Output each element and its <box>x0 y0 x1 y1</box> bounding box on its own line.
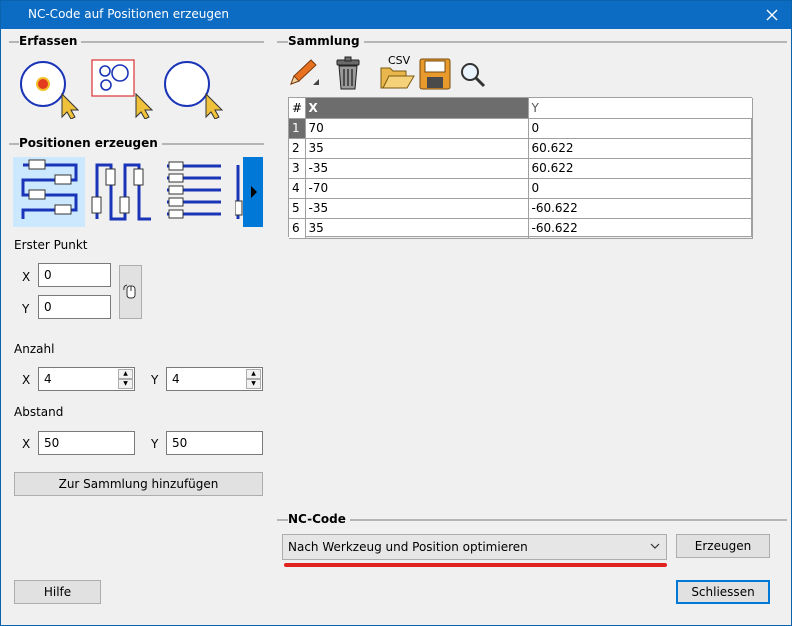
circle-center-pointer-icon <box>20 61 80 120</box>
positions-table: # X Y 1 70 0 2 35 60.622 3 -35 60.622 4 … <box>289 98 753 239</box>
mouse-icon <box>123 284 136 299</box>
cell-x[interactable]: -35 <box>305 198 529 219</box>
cell-x[interactable]: 70 <box>305 118 529 139</box>
positions-grid[interactable]: # X Y 1 70 0 2 35 60.622 3 -35 60.622 4 … <box>288 97 753 239</box>
anzahl-y-value: 4 <box>172 372 180 386</box>
anzahl-x-arrows: ▲ ▼ <box>118 369 133 389</box>
zigzag-vertical-icon <box>91 163 151 221</box>
cell-x[interactable]: 35 <box>305 218 529 239</box>
edit-button[interactable] <box>286 57 322 91</box>
pattern-zigzag-horizontal[interactable] <box>13 157 85 227</box>
erzeugen-button[interactable]: Erzeugen <box>676 534 770 558</box>
table-row[interactable]: 4 -70 0 <box>289 178 753 199</box>
erster-punkt-label: Erster Punkt <box>14 238 88 252</box>
grid-header-row: # X Y <box>289 98 753 119</box>
anzahl-x-label: X <box>22 373 31 387</box>
row-number[interactable]: 3 <box>289 158 306 179</box>
abstand-y-input[interactable] <box>166 431 263 455</box>
abstand-y-label: Y <box>151 437 159 451</box>
save-button[interactable] <box>419 58 451 90</box>
anzahl-x-spinner[interactable]: 4 ▲ ▼ <box>38 367 135 391</box>
cell-y[interactable]: 0 <box>528 178 753 199</box>
erfassen-label: Erfassen <box>19 34 82 48</box>
cell-y[interactable]: -60.622 <box>528 218 753 239</box>
pattern-strip <box>13 157 263 227</box>
zoom-button[interactable] <box>459 61 487 89</box>
cell-y[interactable]: 0 <box>528 118 753 139</box>
magnifier-icon <box>461 63 486 88</box>
capture-circles-in-window-button[interactable] <box>89 57 154 120</box>
chevron-right-icon <box>251 186 257 198</box>
close-button[interactable] <box>757 3 787 27</box>
import-csv-button[interactable]: CSV <box>378 53 416 91</box>
row-number[interactable]: 6 <box>289 218 306 239</box>
pattern-zigzag-vertical[interactable] <box>89 157 161 227</box>
table-row[interactable]: 2 35 60.622 <box>289 138 753 159</box>
capture-circle-center-button[interactable] <box>17 57 80 120</box>
chevron-down-icon <box>650 543 660 549</box>
anzahl-y-spinner[interactable]: 4 ▲ ▼ <box>166 367 263 391</box>
help-button[interactable]: Hilfe <box>14 580 101 604</box>
nccode-label: NC-Code <box>288 512 350 526</box>
close-icon <box>766 9 778 21</box>
pencil-icon <box>290 59 319 85</box>
anzahl-label: Anzahl <box>14 342 55 356</box>
row-number[interactable]: 2 <box>289 138 306 159</box>
table-row[interactable]: 1 70 0 <box>289 118 753 139</box>
lines-horizontal-icon <box>167 161 221 219</box>
anzahl-x-value: 4 <box>44 372 52 386</box>
anzahl-x-down-icon[interactable]: ▼ <box>118 379 133 389</box>
row-number[interactable]: 5 <box>289 198 306 219</box>
nccode-divider <box>277 519 787 521</box>
zigzag-horizontal-icon <box>21 159 78 219</box>
pattern-lines-horizontal[interactable] <box>163 157 235 227</box>
erster-punkt-y-label: Y <box>22 302 30 316</box>
anzahl-y-arrows: ▲ ▼ <box>246 369 261 389</box>
dialog-window: NC-Code auf Positionen erzeugen Erfassen <box>0 0 792 626</box>
window-title: NC-Code auf Positionen erzeugen <box>28 7 229 21</box>
grid-header-y[interactable]: Y <box>528 98 753 119</box>
row-number[interactable]: 1 <box>289 118 306 139</box>
anzahl-y-label: Y <box>151 373 159 387</box>
sammlung-label: Sammlung <box>288 34 364 48</box>
abstand-label: Abstand <box>14 405 64 419</box>
csv-label: CSV <box>388 54 411 67</box>
capture-circle-button[interactable] <box>161 57 227 120</box>
erster-punkt-x-input[interactable] <box>38 263 111 287</box>
optimization-select[interactable]: Nach Werkzeug und Position optimieren <box>282 534 667 560</box>
delete-button[interactable] <box>333 56 365 92</box>
floppy-disk-icon <box>419 58 451 90</box>
circle-pointer-icon <box>164 61 224 120</box>
title-bar[interactable]: NC-Code auf Positionen erzeugen <box>1 1 791 29</box>
anzahl-y-up-icon[interactable]: ▲ <box>246 369 261 379</box>
cell-x[interactable]: -70 <box>305 178 529 199</box>
abstand-x-input[interactable] <box>38 431 135 455</box>
table-row[interactable]: 6 35 -60.622 <box>289 218 753 239</box>
red-underline-annotation <box>284 563 667 567</box>
cell-y[interactable]: -60.622 <box>528 198 753 219</box>
optimization-select-value: Nach Werkzeug und Position optimieren <box>288 540 528 554</box>
grid-header-index[interactable]: # <box>289 98 306 119</box>
erster-punkt-y-input[interactable] <box>38 295 111 319</box>
positionen-label: Positionen erzeugen <box>19 136 162 150</box>
cell-y[interactable]: 60.622 <box>528 158 753 179</box>
close-dialog-button[interactable]: Schliessen <box>676 580 770 604</box>
anzahl-y-down-icon[interactable]: ▼ <box>246 379 261 389</box>
table-row[interactable]: 3 -35 60.622 <box>289 158 753 179</box>
row-number[interactable]: 4 <box>289 178 306 199</box>
grid-header-x[interactable]: X <box>305 98 529 119</box>
anzahl-x-up-icon[interactable]: ▲ <box>118 369 133 379</box>
erster-punkt-x-label: X <box>22 270 31 284</box>
trash-icon <box>336 56 360 90</box>
cell-x[interactable]: -35 <box>305 158 529 179</box>
abstand-x-label: X <box>22 437 31 451</box>
table-row[interactable]: 5 -35 -60.622 <box>289 198 753 219</box>
circles-window-pointer-icon <box>91 59 154 120</box>
cell-y[interactable]: 60.622 <box>528 138 753 159</box>
pattern-scroll-right-button[interactable] <box>243 157 263 227</box>
add-to-collection-button[interactable]: Zur Sammlung hinzufügen <box>14 472 263 496</box>
pick-point-button[interactable] <box>119 265 142 319</box>
cell-x[interactable]: 35 <box>305 138 529 159</box>
